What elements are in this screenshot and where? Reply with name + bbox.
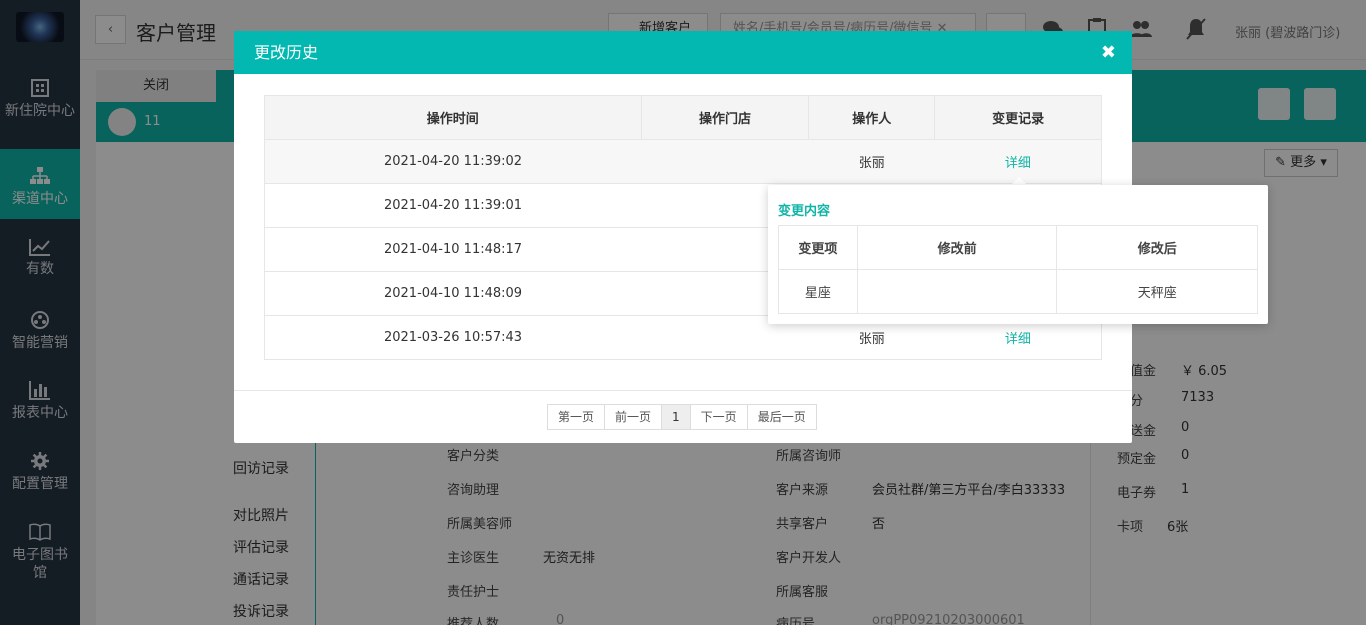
change-detail-popover: 变更内容 变更项 修改前 修改后 星座 天秤座	[768, 185, 1268, 324]
column-header: 变更项	[778, 225, 858, 270]
change-detail-table: 变更项 修改前 修改后 星座 天秤座	[778, 225, 1258, 314]
column-header: 变更记录	[934, 95, 1102, 140]
detail-link[interactable]: 详细	[1005, 156, 1031, 171]
detail-link[interactable]: 详细	[1005, 332, 1031, 347]
pagination: 第一页 前一页 1 下一页 最后一页	[547, 404, 817, 430]
next-page-button[interactable]: 下一页	[689, 404, 748, 430]
table-row: 2021-04-20 11:39:02 张丽 详细	[264, 139, 1102, 184]
column-header: 修改前	[856, 225, 1058, 270]
modal-footer	[234, 390, 1132, 391]
close-icon[interactable]: ✖	[1101, 31, 1116, 74]
column-header: 操作门店	[640, 95, 810, 140]
modal-title: 更改历史	[254, 43, 319, 62]
table-row: 星座 天秤座	[778, 269, 1258, 314]
column-header: 修改后	[1056, 225, 1258, 270]
first-page-button[interactable]: 第一页	[547, 404, 606, 430]
current-page[interactable]: 1	[661, 404, 691, 430]
prev-page-button[interactable]: 前一页	[604, 404, 663, 430]
column-header: 操作时间	[264, 95, 642, 140]
popover-title: 变更内容	[778, 204, 831, 219]
last-page-button[interactable]: 最后一页	[746, 404, 817, 430]
modal-header: 更改历史 ✖	[234, 31, 1132, 74]
column-header: 操作人	[808, 95, 936, 140]
